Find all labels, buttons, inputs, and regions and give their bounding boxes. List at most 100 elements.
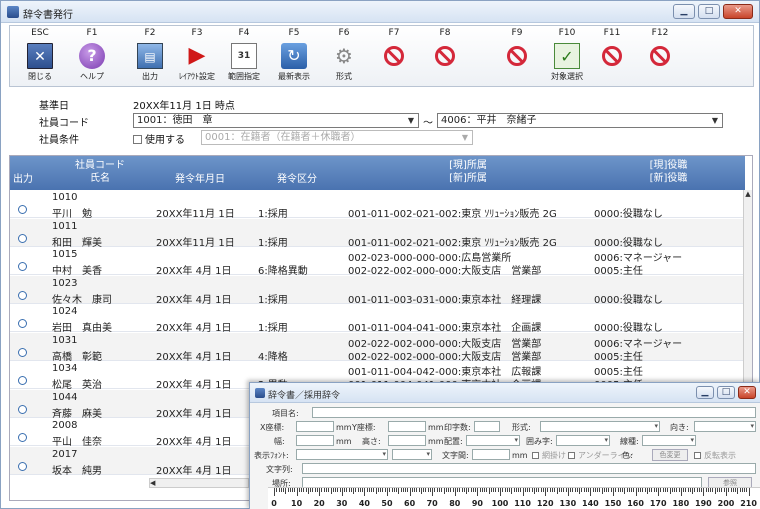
- ruler-number: 60: [404, 499, 416, 508]
- output-radio[interactable]: [18, 433, 27, 442]
- ruler-number: 160: [627, 499, 644, 508]
- header-issue-date: 発令年月日: [175, 174, 225, 185]
- table-row[interactable]: 1011 和田 輝美 20XX年11月 1日 1:採用 001-011-002-021-…: [10, 218, 745, 249]
- ruler-tick: [305, 488, 307, 492]
- ruler-tick: [312, 488, 314, 492]
- y-coord-field[interactable]: [388, 421, 426, 432]
- hatch-checkbox[interactable]: 網掛け: [532, 450, 566, 461]
- direction-label: 向き:: [670, 423, 689, 432]
- employee-to-select[interactable]: 4006：平井 奈緒子 ▼: [437, 113, 723, 128]
- font-size-select[interactable]: [392, 449, 432, 460]
- fkey-button-esc[interactable]: ✕ 閉じる: [18, 40, 62, 84]
- ruler-tick: [628, 488, 630, 492]
- output-radio[interactable]: [18, 233, 27, 243]
- ruler-tick: [542, 488, 544, 492]
- table-row[interactable]: 1023 佐々木 康司 20XX年 4月 1日 1:採用 001-011-003-031…: [10, 275, 745, 306]
- width-field[interactable]: [296, 435, 334, 446]
- fkey-button-f11[interactable]: [590, 40, 634, 84]
- ruler-tick: [441, 488, 443, 492]
- ruler-tick: [459, 488, 461, 492]
- table-row[interactable]: 1015 中村 美香 20XX年 4月 1日 6:降格異動 002-023-000-00…: [10, 247, 745, 277]
- fkey-button-f7[interactable]: [372, 40, 416, 84]
- ruler-tick: [744, 488, 746, 492]
- ruler-tick: [728, 488, 730, 492]
- table-row[interactable]: 1024 岩田 真由美 20XX年 4月 1日 1:採用 001-011-004-041…: [10, 304, 745, 334]
- fkey-label-f6: F6: [338, 28, 350, 38]
- scroll-up-icon[interactable]: ▲: [744, 190, 752, 198]
- subwindow-icon: [255, 388, 265, 398]
- ruler-tick: [635, 488, 637, 496]
- frame-select[interactable]: [556, 435, 610, 446]
- line-select[interactable]: [642, 435, 696, 446]
- employee-condition-select[interactable]: 0001：在籍者（在籍者＋休職者） ▼: [201, 130, 473, 145]
- reverse-label: 反転表示: [704, 451, 736, 460]
- font-select[interactable]: [296, 449, 388, 460]
- output-radio[interactable]: [18, 205, 27, 214]
- fkey-button-f5[interactable]: ↻ 最新表示: [272, 40, 316, 84]
- header-employee-code: 社員コード: [75, 160, 125, 171]
- output-radio[interactable]: [18, 262, 27, 271]
- fkey-button-f2[interactable]: ▤ 出力: [128, 40, 172, 84]
- employee-from-select[interactable]: 1001：徳田 章 ▼: [133, 113, 419, 128]
- fkey-button-f6[interactable]: ⚙ 形式: [322, 40, 366, 84]
- sub-maximize-button[interactable]: □: [717, 386, 735, 399]
- char-gap-field[interactable]: [472, 449, 510, 460]
- direction-select[interactable]: [694, 421, 756, 432]
- fkey-button-f9[interactable]: [495, 40, 539, 84]
- height-field[interactable]: [388, 435, 426, 446]
- ruler-tick: [524, 488, 526, 492]
- x-coord-field[interactable]: [296, 421, 334, 432]
- text-field[interactable]: [302, 463, 756, 474]
- calendar-icon: 31: [231, 43, 257, 69]
- close-window-button[interactable]: ✕: [723, 4, 753, 19]
- fkey-button-f3[interactable]: ▶ ﾚｲｱｳﾄ設定: [175, 40, 219, 84]
- use-condition-checkbox[interactable]: 使用する: [133, 131, 185, 146]
- check-icon: ✓: [554, 43, 580, 69]
- fkey-button-label: 範囲指定: [228, 72, 260, 81]
- output-radio[interactable]: [18, 347, 27, 357]
- employee-code: 1023: [52, 277, 78, 289]
- output-radio[interactable]: [18, 404, 27, 414]
- output-radio[interactable]: [18, 376, 27, 385]
- align-select[interactable]: [466, 435, 520, 446]
- ruler-tick: [644, 488, 646, 492]
- output-radio[interactable]: [18, 290, 27, 300]
- ruler-tick: [493, 488, 495, 492]
- color-change-button[interactable]: 色変更: [652, 449, 688, 461]
- maximize-button[interactable]: □: [698, 4, 720, 19]
- fkey-button-f8[interactable]: [423, 40, 467, 84]
- ruler-tick: [289, 488, 291, 492]
- height-label: 高さ:: [362, 437, 381, 446]
- minimize-button[interactable]: ▁: [673, 4, 695, 19]
- ruler-tick: [488, 488, 490, 494]
- table-row[interactable]: 1031 高橋 彰範 20XX年 4月 1日 4:降格 002-022-002-000-…: [10, 332, 745, 363]
- item-name-field[interactable]: [312, 407, 756, 418]
- employee-to-value: 4006：平井 奈緒子: [441, 115, 537, 126]
- disabled-icon: [602, 46, 622, 66]
- output-radio[interactable]: [18, 461, 27, 471]
- ruler-tick: [350, 488, 352, 492]
- reverse-checkbox[interactable]: 反転表示: [694, 450, 736, 461]
- fkey-button-f1[interactable]: ? ヘルプ: [70, 40, 114, 84]
- output-radio[interactable]: [18, 319, 27, 328]
- print-digits-field[interactable]: [474, 421, 500, 432]
- ruler-tick: [579, 488, 581, 494]
- ruler-tick: [298, 488, 300, 492]
- sub-close-button[interactable]: ✕: [738, 386, 756, 399]
- format-select[interactable]: [540, 421, 660, 432]
- horizontal-scrollbar[interactable]: ◀: [149, 478, 249, 488]
- fkey-button-f10[interactable]: ✓ 対象選択: [545, 40, 589, 84]
- employee-code: 1024: [52, 306, 78, 317]
- header-new-dept: [新]所属: [449, 173, 487, 184]
- fkey-label-f2: F2: [144, 28, 156, 38]
- fkey-label-f11: F11: [603, 28, 621, 38]
- sub-minimize-button[interactable]: ▁: [696, 386, 714, 399]
- fkey-button-f4[interactable]: 31 範囲指定: [222, 40, 266, 84]
- fkey-button-f12[interactable]: [638, 40, 682, 84]
- employee-from-value: 1001：徳田 章: [137, 115, 213, 126]
- ruler-tick: [533, 488, 535, 494]
- table-row[interactable]: 1010 平川 勉 20XX年11月 1日 1:採用 001-011-002-021-0…: [10, 190, 745, 220]
- print-digits-label: 印字数:: [444, 423, 471, 432]
- ruler-tick: [377, 488, 379, 492]
- ruler-tick: [287, 488, 289, 492]
